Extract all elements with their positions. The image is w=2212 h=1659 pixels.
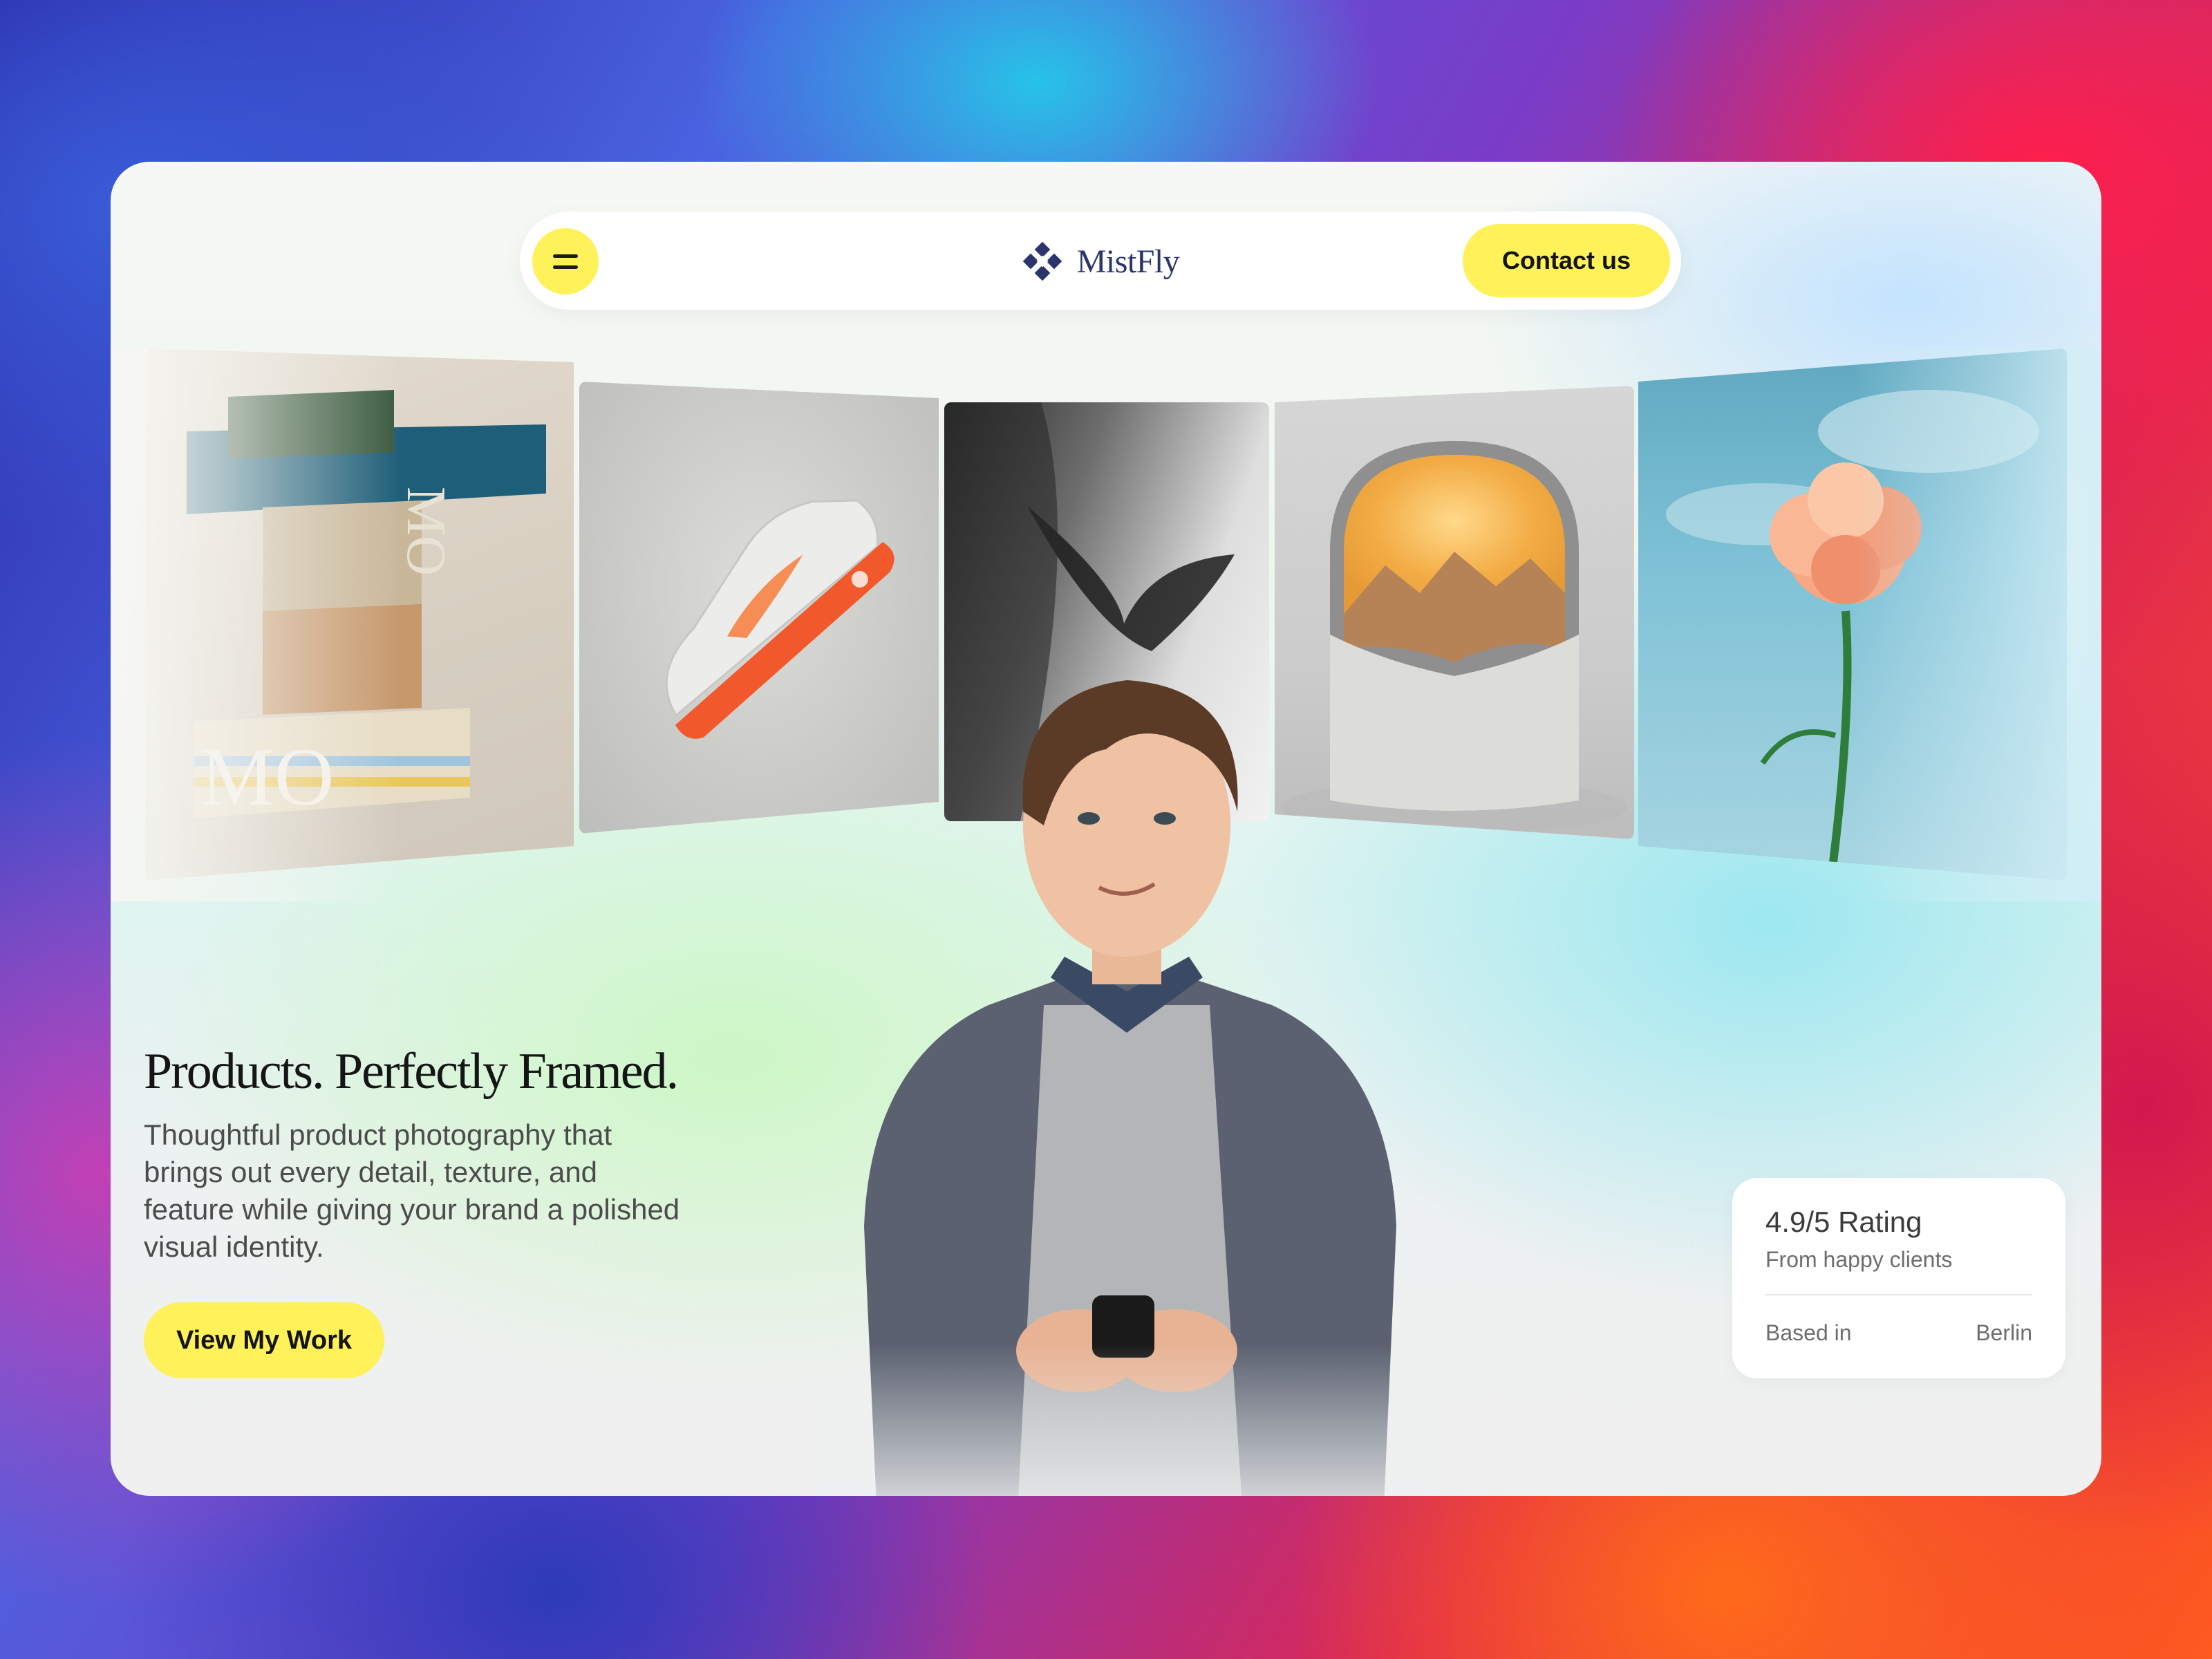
- product-photo-flower: [1666, 390, 2039, 874]
- contact-button[interactable]: Contact us: [1463, 224, 1670, 297]
- based-in-label: Based in: [1765, 1320, 1852, 1345]
- rating-card: 4.9/5 Rating From happy clients Based in…: [1732, 1178, 2065, 1378]
- rating-subtitle: From happy clients: [1765, 1247, 1953, 1272]
- gallery-photo-flower[interactable]: [1638, 348, 2067, 881]
- diamond-logo-icon: [1022, 241, 1062, 281]
- hero-title: Products. Perfectly Framed.: [144, 1043, 679, 1100]
- product-photo-boxes: MO MO: [187, 390, 546, 823]
- rating-divider: [1765, 1294, 2032, 1295]
- hero-section: Products. Perfectly Framed. Thoughtful p…: [144, 1043, 711, 1266]
- box-text: MO: [395, 487, 456, 576]
- person-illustration: [816, 680, 1438, 1496]
- top-nav: MistFly Contact us: [520, 212, 1681, 310]
- rating-value: 4.9/5 Rating: [1765, 1206, 1922, 1238]
- hero-description: Thoughtful product photography that brin…: [144, 1118, 680, 1264]
- main-card: MistFly Contact us MO MO Products. Perfe…: [111, 162, 2101, 1496]
- view-work-button[interactable]: View My Work: [144, 1302, 384, 1378]
- gallery-photo-packaging[interactable]: MO MO: [145, 348, 574, 881]
- based-in-value: Berlin: [1976, 1320, 2032, 1345]
- brand-name: MistFly: [1076, 243, 1180, 280]
- svg-text:MO: MO: [200, 731, 334, 823]
